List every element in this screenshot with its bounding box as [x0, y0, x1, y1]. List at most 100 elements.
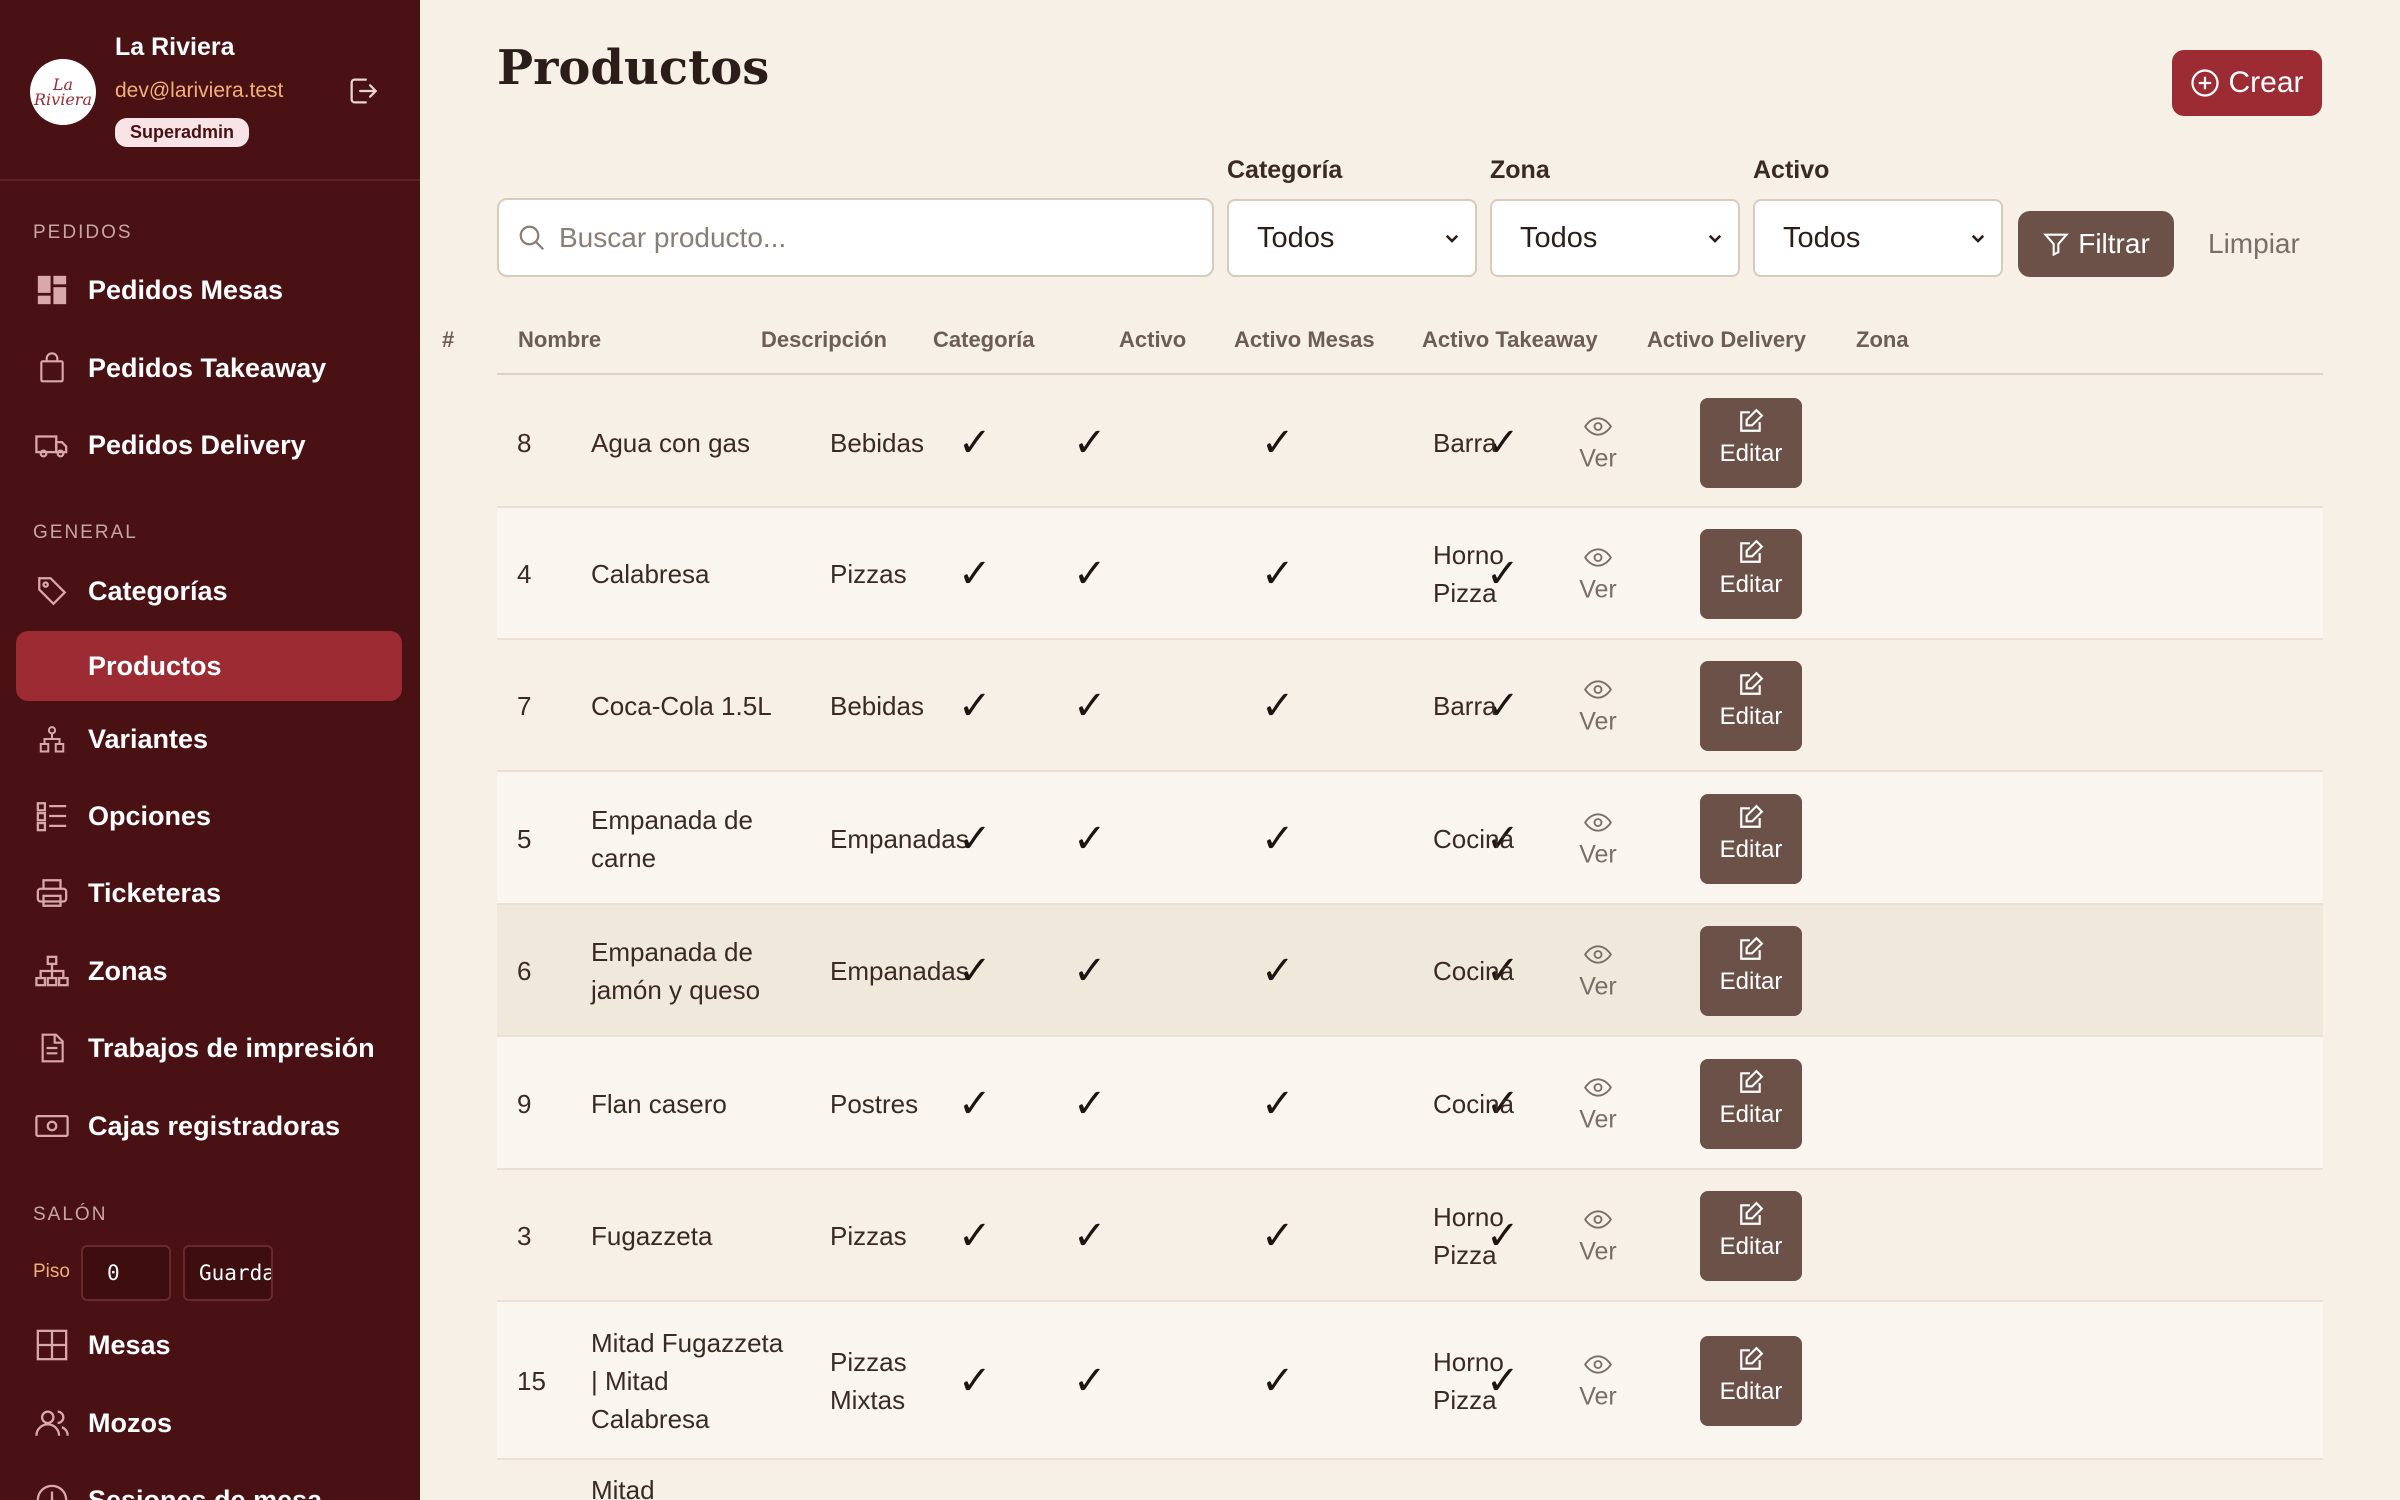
plus-circle-icon — [2191, 69, 2220, 97]
sidebar-item-mozos[interactable]: Mozos — [16, 1388, 402, 1458]
ver-button[interactable]: Ver — [1560, 808, 1636, 869]
ver-label: Ver — [1579, 1382, 1617, 1411]
sitemap-icon — [34, 953, 70, 989]
sidebar-item-variantes[interactable]: Variantes — [16, 704, 402, 774]
cell-nombre: Empanada de carne — [591, 801, 753, 877]
ver-button[interactable]: Ver — [1560, 676, 1636, 737]
ver-label: Ver — [1579, 444, 1617, 472]
piso-label: Piso — [33, 1261, 70, 1282]
editar-button[interactable]: Editar — [1700, 1058, 1802, 1149]
edit-icon — [1740, 671, 1764, 695]
eye-icon — [1584, 416, 1612, 436]
sidebar-item-label: Pedidos Delivery — [88, 429, 306, 460]
sidebar-item-label: Ticketeras — [88, 877, 222, 908]
editar-button[interactable]: Editar — [1700, 793, 1802, 884]
guardar-button[interactable]: Guardar — [183, 1245, 273, 1301]
categoria-filter-label: Categoría — [1227, 156, 1343, 184]
check-icon: ✓ — [1261, 684, 1295, 728]
zona-filter-label: Zona — [1490, 156, 1550, 184]
ver-button[interactable]: Ver — [1560, 544, 1636, 605]
editar-button[interactable]: Editar — [1700, 661, 1802, 751]
cell-nombre: Coca-Cola 1.5L — [591, 687, 772, 725]
search-input[interactable]: Buscar producto... — [497, 198, 1214, 277]
sidebar-item-label: Variantes — [88, 723, 209, 754]
sidebar-item-opciones[interactable]: Opciones — [16, 781, 402, 851]
sidebar-item-trabajos-impresion[interactable]: Trabajos de impresión — [16, 1013, 402, 1083]
check-icon: ✓ — [958, 1081, 992, 1126]
editar-button[interactable]: Editar — [1700, 926, 1802, 1016]
create-button[interactable]: Crear — [2172, 50, 2322, 116]
sidebar-item-label: Productos — [88, 650, 222, 681]
editar-label: Editar — [1719, 968, 1783, 995]
ver-button[interactable]: Ver — [1560, 1206, 1636, 1267]
ver-label: Ver — [1579, 1237, 1617, 1266]
ver-label: Ver — [1579, 840, 1617, 868]
cell-categoria-line: Pizzas — [830, 1221, 907, 1251]
search-icon — [519, 225, 545, 250]
sidebar: La Riviera La Riviera dev@lariviera.test … — [0, 0, 420, 1500]
cell-nombre: Fugazzeta — [591, 1217, 712, 1255]
editar-button[interactable]: Editar — [1700, 1336, 1802, 1426]
table-header: # Nombre Descripción Categoría Activo Ac… — [442, 305, 2323, 375]
check-icon: ✓ — [1261, 1214, 1295, 1258]
logout-icon[interactable] — [346, 74, 380, 108]
check-icon: ✓ — [958, 420, 992, 465]
col-categoria: Categoría — [933, 327, 1035, 352]
check-icon: ✓ — [1073, 552, 1107, 596]
cell-nombre-line: Empanada de — [591, 937, 753, 967]
edit-icon — [1740, 1069, 1764, 1093]
check-icon: ✓ — [1073, 816, 1107, 861]
editar-button[interactable]: Editar — [1700, 529, 1802, 619]
cell-id: 7 — [517, 691, 532, 721]
cash-icon — [34, 1108, 70, 1144]
activo-filter-label: Activo — [1753, 156, 1830, 184]
truck-icon — [34, 427, 70, 463]
categoria-select[interactable]: Todos — [1227, 199, 1477, 277]
cell-categoria-line: Postres — [830, 1088, 919, 1119]
editar-button[interactable]: Editar — [1700, 397, 1802, 488]
table-row: 5 Empanada de carne Empanadas ✓ ✓ ✓ ✓ Cocina Ver E… — [497, 772, 2323, 905]
sidebar-item-cajas[interactable]: Cajas registradoras — [16, 1091, 402, 1161]
check-icon: ✓ — [1073, 949, 1107, 993]
table-row: 7 Coca-Cola 1.5L Bebidas ✓ ✓ ✓ ✓ Barra Ver Editar — [497, 640, 2323, 772]
table-row: 8 Agua con gas Bebidas ✓ ✓ ✓ ✓ Barra Ver Editar — [497, 377, 2323, 508]
sidebar-item-ticketeras[interactable]: Ticketeras — [16, 858, 402, 928]
sidebar-item-mesas[interactable]: Mesas — [16, 1310, 402, 1380]
section-pedidos: PEDIDOS — [33, 222, 133, 243]
check-icon: ✓ — [1073, 1214, 1107, 1258]
ver-label: Ver — [1579, 707, 1617, 736]
col-activo-delivery: Activo Delivery — [1647, 327, 1806, 352]
sidebar-item-zonas[interactable]: Zonas — [16, 936, 402, 1006]
filtrar-button[interactable]: Filtrar — [2018, 211, 2174, 277]
sidebar-item-productos[interactable]: Productos — [16, 631, 402, 701]
cell-nombre-line: Flan casero — [591, 1088, 727, 1119]
cell-zona-line: Horno — [1433, 1202, 1504, 1232]
editar-button[interactable]: Editar — [1700, 1191, 1802, 1281]
ver-button[interactable]: Ver — [1560, 1351, 1636, 1412]
chevron-down-icon — [1708, 234, 1722, 243]
sidebar-item-pedidos-mesas[interactable]: Pedidos Mesas — [16, 255, 402, 325]
sidebar-item-pedidos-takeaway[interactable]: Pedidos Takeaway — [16, 333, 402, 403]
ver-button[interactable]: Ver — [1560, 1073, 1636, 1134]
limpiar-link[interactable]: Limpiar — [2208, 228, 2300, 260]
filtrar-label: Filtrar — [2078, 228, 2150, 259]
section-salon: SALÓN — [33, 1204, 108, 1225]
cell-nombre: Agua con gas — [591, 424, 750, 462]
cell-nombre-line: Mitad Fugazzeta — [591, 1328, 784, 1358]
tag-icon — [34, 573, 70, 609]
sidebar-item-pedidos-delivery[interactable]: Pedidos Delivery — [16, 410, 402, 480]
sidebar-item-label: Opciones — [88, 800, 212, 831]
cell-id: 8 — [517, 427, 532, 458]
ver-button[interactable]: Ver — [1560, 412, 1636, 473]
check-icon: ✓ — [1073, 1359, 1107, 1403]
piso-input[interactable]: 0 — [81, 1245, 171, 1301]
zona-select[interactable]: Todos — [1490, 199, 1740, 277]
users-icon — [34, 1405, 70, 1441]
ver-button[interactable]: Ver — [1560, 941, 1636, 1002]
activo-select[interactable]: Todos — [1753, 199, 2003, 277]
table-row: 6 Empanada de jamón y queso Empanadas ✓ ✓ ✓ ✓ Co… — [497, 905, 2323, 1037]
cell-zona-line: Barra — [1433, 427, 1497, 458]
sidebar-item-categorias[interactable]: Categorías — [16, 556, 402, 626]
sidebar-item-sesiones[interactable]: Sesiones de mesa — [16, 1465, 402, 1500]
cell-nombre-line: Mitad — [591, 1475, 655, 1500]
